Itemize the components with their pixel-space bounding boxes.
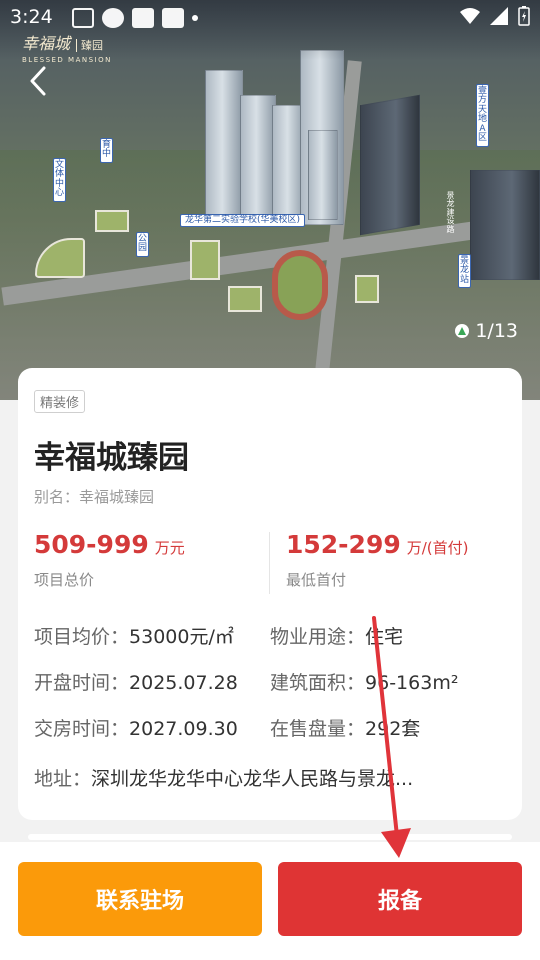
- label-jinglong: 景龙站: [458, 254, 471, 289]
- hero-tower: [240, 95, 276, 215]
- image-counter-text: 1/13: [475, 320, 518, 342]
- wifi-icon: [460, 8, 480, 24]
- info-row-address[interactable]: 地址：深圳龙华龙华中心龙华人民路与景龙...: [34, 764, 481, 791]
- app-notification-icon: [102, 8, 124, 28]
- down-payment-block: 152-299 万/(首付) 最低首付: [286, 530, 469, 590]
- total-price-value: 509-999: [34, 530, 149, 559]
- label-culture-center: 文体中心: [53, 158, 66, 202]
- label-school-middle: 育中: [100, 138, 113, 163]
- report-button[interactable]: 报备: [278, 862, 522, 936]
- usage-label: 物业用途：: [270, 626, 366, 648]
- back-button[interactable]: [24, 64, 54, 98]
- avg-price-label: 项目均价：: [34, 626, 130, 648]
- status-time: 3:24: [10, 6, 53, 28]
- hero-field: [190, 240, 220, 280]
- label-park: 公园: [136, 232, 149, 257]
- system-icons: [460, 6, 530, 26]
- battery-icon: [518, 6, 530, 26]
- stock-value: 292套: [365, 718, 421, 740]
- hero-track: [272, 250, 328, 320]
- total-price-unit: 万元: [154, 539, 185, 557]
- delivery-date-label: 交房时间：: [34, 718, 130, 740]
- label-primary-school: 龙华第二实验学校(华美校区): [180, 214, 306, 228]
- hero-field: [228, 286, 262, 312]
- down-payment-value: 152-299: [286, 530, 401, 559]
- more-notifications-icon: [192, 15, 198, 21]
- info-row-open-area: 开盘时间：2025.07.28 建筑面积：96-163m²: [34, 668, 458, 695]
- total-price-label: 项目总价: [34, 571, 95, 589]
- project-title: 幸福城臻园: [34, 440, 189, 476]
- brand-name-sub: 臻园: [76, 39, 104, 52]
- chevron-left-icon: [30, 66, 46, 96]
- hero-tower-dark: [360, 94, 420, 236]
- hero-field: [95, 210, 129, 232]
- usage-value: 住宅: [365, 626, 404, 648]
- brand-name-cn: 幸福城: [22, 34, 71, 53]
- notification-icons: [72, 8, 198, 28]
- address-label: 地址：: [34, 768, 92, 790]
- area-value: 96-163m²: [365, 672, 459, 694]
- total-price-block: 509-999 万元 项目总价: [34, 530, 185, 590]
- app-notification-icon: [72, 8, 94, 28]
- contact-onsite-button[interactable]: 联系驻场: [18, 862, 262, 936]
- brand-logo: 幸福城 臻园 BLESSED MANSION: [22, 30, 112, 64]
- hero-tower: [205, 70, 243, 220]
- hero-tower: [308, 130, 338, 220]
- price-divider: [269, 532, 270, 594]
- project-alias: 别名：幸福城臻园: [34, 488, 155, 506]
- open-date-label: 开盘时间：: [34, 672, 130, 694]
- address-value: 深圳龙华龙华中心龙华人民路与景龙...: [91, 768, 414, 790]
- app-notification-icon: [132, 8, 154, 28]
- signal-icon: [490, 7, 508, 25]
- brand-name-en: BLESSED MANSION: [22, 56, 112, 64]
- decoration-tag: 精装修: [34, 390, 86, 413]
- bottom-action-bar: 联系驻场 报备: [0, 842, 540, 960]
- area-label: 建筑面积：: [270, 672, 366, 694]
- down-payment-unit: 万/(首付): [406, 539, 469, 557]
- open-date-value: 2025.07.28: [129, 672, 238, 694]
- label-jinglong-road: 景龙建设路: [446, 191, 455, 234]
- label-wanxiang: 壹方天地A区: [476, 84, 489, 147]
- avg-price-value: 53000元/㎡: [129, 626, 234, 648]
- image-counter: 1/13: [455, 320, 518, 342]
- next-card-edge: [28, 834, 512, 840]
- info-row-delivery-stock: 交房时间：2027.09.30 在售盘量：292套: [34, 714, 420, 741]
- gallery-icon: [455, 324, 470, 338]
- info-row-price-usage: 项目均价：53000元/㎡ 物业用途：住宅: [34, 622, 403, 649]
- stock-label: 在售盘量：: [270, 718, 366, 740]
- hero-tower-dark: [470, 170, 540, 280]
- app-notification-icon: [162, 8, 184, 28]
- down-payment-label: 最低首付: [286, 571, 347, 589]
- delivery-date-value: 2027.09.30: [129, 718, 238, 740]
- hero-field: [355, 275, 379, 303]
- project-info-card: 精装修 幸福城臻园 别名：幸福城臻园 509-999 万元 项目总价 152-29…: [18, 368, 522, 820]
